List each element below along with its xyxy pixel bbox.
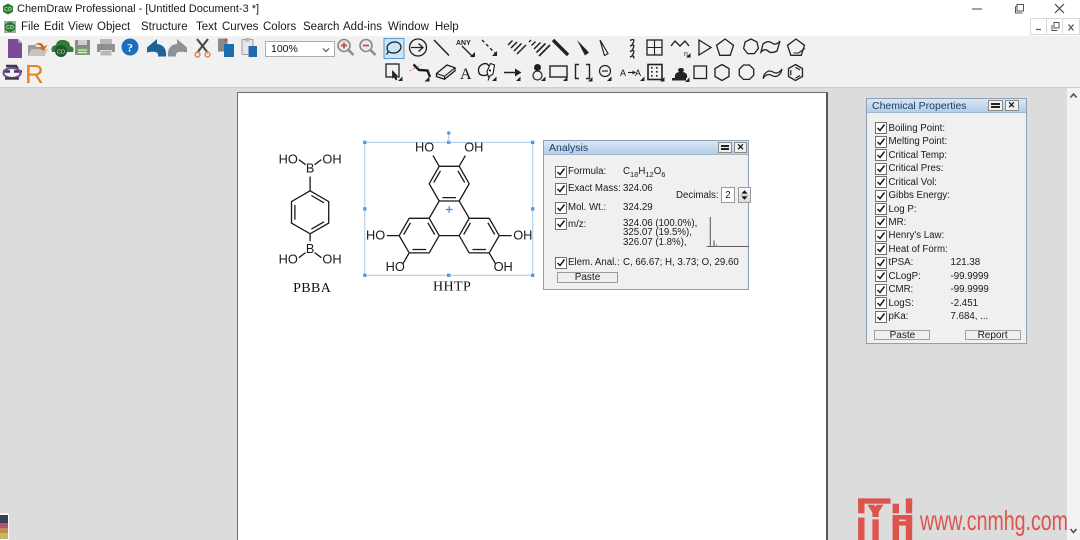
svg-text:OH: OH [322, 252, 341, 267]
svg-text:OH: OH [464, 140, 483, 155]
svg-text:OH: OH [513, 228, 532, 243]
svg-text:CD: CD [4, 7, 12, 13]
svg-text:?: ? [127, 41, 133, 55]
svg-text:CD: CD [6, 25, 14, 31]
svg-text:A: A [620, 68, 626, 78]
svg-text:HO: HO [279, 151, 298, 166]
svg-text:B: B [306, 161, 315, 176]
svg-text:OH: OH [322, 151, 341, 166]
svg-text:A: A [460, 66, 472, 83]
svg-text:PBBA: PBBA [293, 281, 332, 296]
svg-text:www.cnmhg.com: www.cnmhg.com [919, 505, 1068, 536]
svg-text:HO: HO [366, 228, 385, 243]
svg-text:HHTP: HHTP [433, 280, 471, 295]
svg-text:B: B [306, 241, 315, 256]
svg-text:ANY: ANY [456, 40, 471, 47]
svg-text:CD: CD [57, 50, 65, 56]
svg-text:OH: OH [494, 259, 513, 274]
svg-text:HO: HO [279, 252, 298, 267]
svg-text:A: A [635, 68, 641, 78]
svg-text:HO: HO [386, 259, 405, 274]
svg-text:HO: HO [415, 140, 434, 155]
svg-text:R: R [25, 59, 44, 88]
